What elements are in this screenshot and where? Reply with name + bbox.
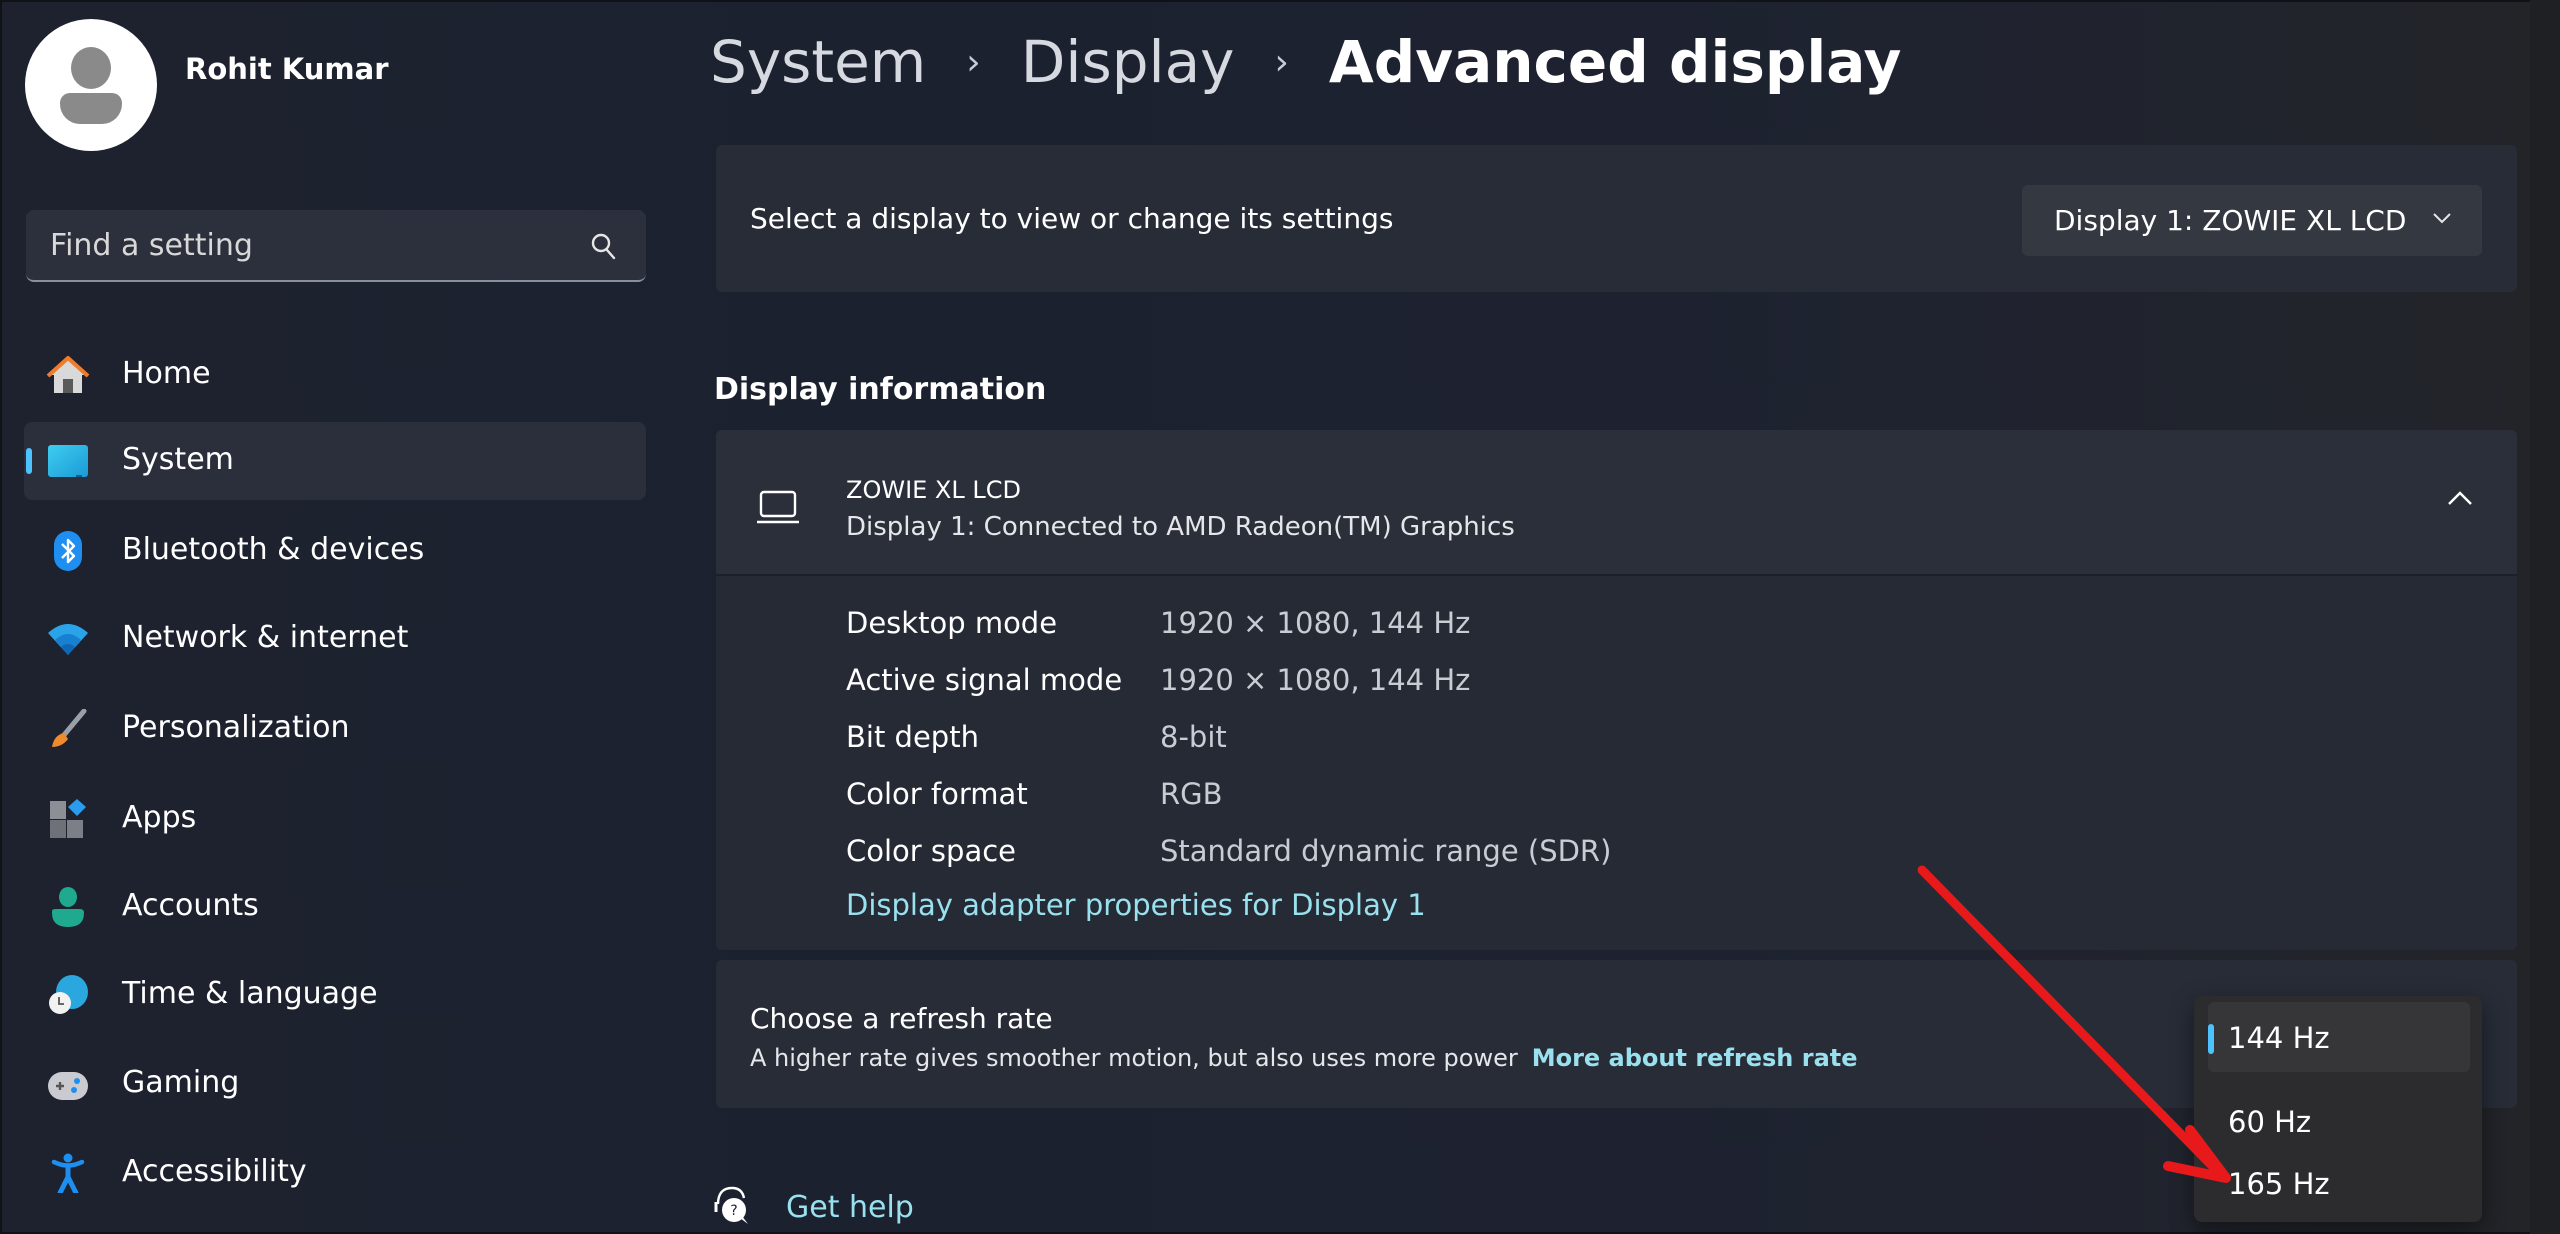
globe-clock-icon — [49, 975, 88, 1014]
refresh-rate-description-text: A higher rate gives smoother motion, but… — [750, 1044, 1518, 1072]
info-key: Color format — [846, 777, 1028, 811]
selected-indicator — [26, 448, 32, 474]
breadcrumb-display[interactable]: Display — [1021, 28, 1235, 96]
display-information-card: ZOWIE XL LCD Display 1: Connected to AMD… — [716, 430, 2517, 950]
sidebar-item-apps[interactable]: Apps — [24, 780, 646, 858]
info-key: Color space — [846, 834, 1017, 868]
help-icon[interactable]: ? — [712, 1184, 752, 1226]
info-value: 1920 × 1080, 144 Hz — [1160, 606, 1471, 640]
more-about-refresh-rate-link[interactable]: More about refresh rate — [1532, 1044, 1858, 1072]
system-monitor-icon — [48, 445, 88, 477]
sidebar-item-label: Home — [122, 356, 211, 391]
option-label: 165 Hz — [2228, 1167, 2330, 1201]
info-key: Active signal mode — [846, 663, 1123, 697]
get-help-link[interactable]: Get help — [786, 1190, 914, 1225]
search-box[interactable] — [26, 210, 646, 282]
sidebar-item-home[interactable]: Home — [24, 336, 646, 414]
chevron-down-icon — [2433, 213, 2451, 224]
info-value: 1920 × 1080, 144 Hz — [1160, 663, 1471, 697]
breadcrumb-system[interactable]: System — [710, 28, 926, 96]
chevron-up-icon[interactable] — [2447, 490, 2473, 506]
sidebar-item-time-language[interactable]: Time & language — [24, 956, 646, 1034]
info-key: Bit depth — [846, 720, 979, 754]
laptop-icon — [757, 490, 799, 524]
refresh-rate-dropdown-menu: 144 Hz 60 Hz 165 Hz — [2194, 996, 2482, 1222]
sidebar-item-gaming[interactable]: Gaming — [24, 1045, 646, 1123]
user-name: Rohit Kumar — [185, 52, 389, 86]
option-label: 144 Hz — [2228, 1021, 2330, 1055]
sidebar-item-label: Gaming — [122, 1065, 240, 1100]
person-icon — [52, 887, 84, 927]
display-information-heading: Display information — [714, 372, 1047, 407]
sidebar-item-label: Network & internet — [122, 620, 409, 655]
refresh-rate-option-60[interactable]: 60 Hz — [2208, 1086, 2470, 1156]
monitor-name: ZOWIE XL LCD — [846, 476, 1021, 504]
chevron-right-icon: › — [966, 41, 981, 83]
chevron-right-icon: › — [1274, 41, 1289, 83]
sidebar-item-network[interactable]: Network & internet — [24, 600, 646, 678]
sidebar-item-system[interactable]: System — [24, 422, 646, 500]
refresh-rate-description: A higher rate gives smoother motion, but… — [750, 1044, 1858, 1072]
avatar-body — [60, 93, 122, 124]
page-title: Advanced display — [1328, 28, 1902, 96]
sidebar-item-accounts[interactable]: Accounts — [24, 868, 646, 946]
home-icon — [46, 356, 90, 393]
svg-text:?: ? — [730, 1203, 737, 1219]
info-value: RGB — [1160, 777, 1223, 811]
bluetooth-icon — [54, 531, 82, 571]
sidebar-item-label: Apps — [122, 800, 197, 835]
monitor-connection: Display 1: Connected to AMD Radeon(TM) G… — [846, 512, 1515, 542]
sidebar-item-label: Accessibility — [122, 1154, 307, 1189]
scrollbar-track[interactable] — [2530, 0, 2560, 1234]
sidebar-item-label: Bluetooth & devices — [122, 532, 425, 567]
wifi-icon — [48, 624, 88, 655]
gamepad-icon — [48, 1072, 88, 1100]
search-icon[interactable] — [590, 232, 616, 260]
paintbrush-icon — [52, 709, 87, 747]
apps-icon — [50, 799, 86, 838]
info-key: Desktop mode — [846, 606, 1058, 640]
refresh-rate-option-165[interactable]: 165 Hz — [2208, 1148, 2470, 1218]
select-display-label: Select a display to view or change its s… — [750, 202, 1394, 235]
sidebar-item-bluetooth[interactable]: Bluetooth & devices — [24, 512, 646, 590]
breadcrumb: System › Display › Advanced display — [710, 22, 1901, 102]
accessibility-icon — [51, 1153, 85, 1193]
option-label: 60 Hz — [2228, 1105, 2312, 1139]
display-information-expander[interactable]: ZOWIE XL LCD Display 1: Connected to AMD… — [716, 430, 2517, 576]
user-avatar[interactable] — [25, 19, 157, 151]
select-display-card: Select a display to view or change its s… — [716, 145, 2517, 292]
sidebar-item-label: System — [122, 442, 234, 477]
display-select-dropdown[interactable]: Display 1: ZOWIE XL LCD — [2022, 185, 2482, 256]
refresh-rate-title: Choose a refresh rate — [750, 1002, 1053, 1035]
refresh-rate-option-144[interactable]: 144 Hz — [2208, 1002, 2470, 1072]
sidebar-item-label: Accounts — [122, 888, 259, 923]
sidebar-item-label: Time & language — [122, 976, 378, 1011]
info-value: Standard dynamic range (SDR) — [1160, 834, 1612, 868]
sidebar-item-accessibility[interactable]: Accessibility — [24, 1134, 646, 1212]
display-select-value: Display 1: ZOWIE XL LCD — [2054, 204, 2407, 237]
sidebar-item-label: Personalization — [122, 710, 350, 745]
selected-indicator — [2208, 1024, 2214, 1054]
search-input[interactable] — [26, 210, 646, 280]
avatar-head — [71, 47, 111, 89]
display-adapter-properties-link[interactable]: Display adapter properties for Display 1 — [846, 888, 1426, 922]
sidebar-item-personalization[interactable]: Personalization — [24, 690, 646, 768]
info-value: 8-bit — [1160, 720, 1227, 754]
